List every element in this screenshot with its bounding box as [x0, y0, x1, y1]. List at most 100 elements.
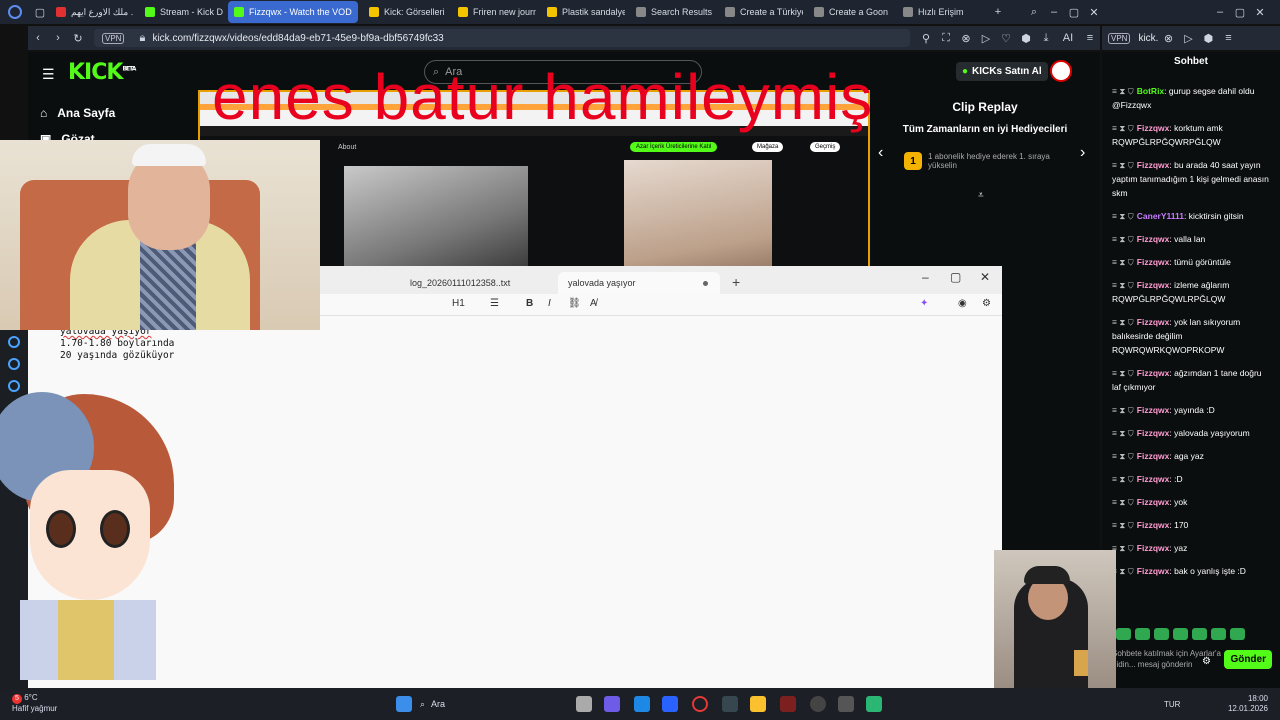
chat-message[interactable]: ≡ ⧗ ⛉ Fizzqwx: izleme ağlarım RQWPĞLRPĞQW… — [1112, 278, 1272, 306]
chat-message[interactable]: ≡ ⧗ ⛉ Fizzqwx: bak o yanlış işte :D — [1112, 564, 1272, 578]
chat-username[interactable]: Fizzqwx — [1137, 566, 1170, 576]
emote-icon[interactable] — [1230, 628, 1245, 640]
url-field[interactable]: VPN 🔒︎ kick.com/fizzqwx/videos/edd84da9-… — [94, 29, 910, 47]
chat-username[interactable]: Fizzqwx — [1137, 405, 1170, 415]
app-icon[interactable] — [780, 696, 796, 712]
chat-username[interactable]: Fizzqwx — [1137, 160, 1170, 170]
block-icon[interactable]: ⊗ — [1162, 32, 1174, 45]
chat-message[interactable]: ≡ ⧗ ⛉ Fizzqwx: bu arada 40 saat yayın yap… — [1112, 158, 1272, 200]
chat-message[interactable]: ≡ ⧗ ⛉ BotRix: gurup segse dahil oldu @Fiz… — [1112, 84, 1272, 112]
chat-message[interactable]: ≡ ⧗ ⛉ Fizzqwx: korktum amk RQWPĞLRPĞQWRPĞ… — [1112, 121, 1272, 149]
buy-kicks-button[interactable]: ● KICKs Satın Al — [956, 62, 1048, 81]
chat-message[interactable]: ≡ ⧗ ⛉ Fizzqwx: yok lan sıkıyorum balıkesi… — [1112, 315, 1272, 357]
close-icon[interactable]: ✕ — [980, 270, 990, 284]
chat-message[interactable]: ≡ ⧗ ⛉ Fizzqwx: tümü görüntüle — [1112, 255, 1272, 269]
chat-username[interactable]: Fizzqwx — [1137, 543, 1170, 553]
collapse-icon[interactable]: ⩡ — [978, 190, 984, 201]
download-icon[interactable]: ⤓ — [1040, 32, 1052, 45]
clear-format-icon[interactable]: A̸ — [590, 298, 597, 309]
search-icon[interactable]: ⌕ — [1028, 6, 1040, 19]
obs-icon[interactable] — [810, 696, 826, 712]
chat-username[interactable]: Fizzqwx — [1137, 317, 1170, 327]
weather-widget[interactable]: 5 6°C Hafif yağmur — [12, 693, 57, 714]
close-icon[interactable]: ✕ — [1088, 6, 1100, 19]
browser-tab[interactable]: Kick: Görselleri — [363, 1, 447, 23]
chat-message[interactable]: ≡ ⧗ ⛉ Fizzqwx: yalovada yaşıyorum — [1112, 426, 1272, 440]
forward-icon[interactable]: › — [52, 32, 64, 44]
chat-username[interactable]: Fizzqwx — [1137, 428, 1170, 438]
snipping-icon[interactable] — [838, 696, 854, 712]
chat-message[interactable]: ≡ ⧗ ⛉ CanerY1111: kicktirsin gitsin — [1112, 209, 1272, 223]
notepad-text-area[interactable]: yalovada yaşıyor 1.70-1.80 boylarında 20… — [60, 326, 174, 362]
browser-tab[interactable]: ملك الاورع ايهم ... — [50, 1, 134, 23]
notepad-icon[interactable] — [866, 696, 882, 712]
chat-message[interactable]: ≡ ⧗ ⛉ Fizzqwx: valla lan — [1112, 232, 1272, 246]
maximize-icon[interactable]: ▢ — [1234, 6, 1246, 19]
sidebar-icon[interactable] — [8, 336, 20, 348]
ai-icon[interactable]: AI — [1060, 32, 1076, 44]
emote-icon[interactable] — [1135, 628, 1150, 640]
chat-message-list[interactable]: ≡ ⧗ ⛉ BotRix: gurup segse dahil oldu @Fiz… — [1112, 84, 1272, 587]
chat-username[interactable]: Fizzqwx — [1137, 368, 1170, 378]
link-icon[interactable]: ⛓ — [568, 298, 581, 309]
chat-message[interactable]: ≡ ⧗ ⛉ Fizzqwx: yaz — [1112, 541, 1272, 555]
browser-tab[interactable]: Create a Goon — [808, 1, 892, 23]
chat-username[interactable]: CanerY1111 — [1137, 211, 1184, 221]
language-indicator[interactable]: TUR — [1164, 700, 1180, 709]
sidebar-icon[interactable] — [8, 358, 20, 370]
list-icon[interactable]: ☰ — [490, 298, 499, 309]
edge-icon[interactable] — [634, 696, 650, 712]
task-view-icon[interactable] — [576, 696, 592, 712]
avatar[interactable] — [1050, 60, 1072, 82]
play-icon[interactable]: ▷ — [980, 32, 992, 45]
browser-tab[interactable]: Search Results — [630, 1, 714, 23]
copilot-icon[interactable]: ✦ — [920, 298, 928, 309]
minimize-icon[interactable]: – — [1048, 6, 1060, 18]
chat-username[interactable]: BotRix — [1137, 86, 1164, 96]
extensions-icon[interactable]: ⬢ — [1202, 32, 1214, 45]
notepad-tab-active[interactable]: yalovada yaşıyor — [558, 272, 720, 294]
folder-icon[interactable] — [750, 696, 766, 712]
chat-username[interactable]: Fizzqwx — [1137, 234, 1170, 244]
browser-tab[interactable]: Hızlı Erişim — [897, 1, 981, 23]
taskbar-search[interactable]: ⌕ Ara — [420, 695, 570, 713]
extensions-icon[interactable]: ⬢ — [1020, 32, 1032, 45]
send-button[interactable]: Gönder — [1224, 650, 1272, 669]
emote-icon[interactable] — [1173, 628, 1188, 640]
settings-icon[interactable]: ⚙ — [1202, 656, 1211, 667]
second-url-text[interactable]: kick. — [1138, 33, 1158, 44]
workspace-icon[interactable]: ▢ — [34, 6, 46, 19]
chat-username[interactable]: Fizzqwx — [1137, 280, 1170, 290]
sidebar-item-home[interactable]: ⌂ Ana Sayfa — [40, 106, 115, 120]
emote-icon[interactable] — [1116, 628, 1131, 640]
italic-icon[interactable]: I — [548, 298, 551, 309]
start-icon[interactable] — [396, 696, 412, 712]
chat-username[interactable]: Fizzqwx — [1137, 123, 1170, 133]
chat-username[interactable]: Fizzqwx — [1137, 497, 1170, 507]
chat-message[interactable]: ≡ ⧗ ⛉ Fizzqwx: yayında :D — [1112, 403, 1272, 417]
browser-tab[interactable]: Fizzqwx - Watch the VOD — [228, 1, 358, 23]
vpn-badge[interactable]: VPN — [102, 32, 125, 44]
maximize-icon[interactable]: ▢ — [950, 270, 961, 284]
chat-username[interactable]: Fizzqwx — [1137, 451, 1170, 461]
block-icon[interactable]: ⊗ — [960, 32, 972, 45]
maximize-icon[interactable]: ▢ — [1068, 6, 1080, 19]
chat-username[interactable]: Fizzqwx — [1137, 257, 1170, 267]
account-icon[interactable]: ◉ — [958, 298, 967, 309]
chat-message[interactable]: ≡ ⧗ ⛉ Fizzqwx: yok — [1112, 495, 1272, 509]
chat-username[interactable]: Fizzqwx — [1137, 474, 1170, 484]
chevron-left-icon[interactable]: ‹ — [878, 144, 883, 162]
emote-icon[interactable] — [1211, 628, 1226, 640]
new-tab-icon[interactable]: + — [992, 6, 1004, 18]
menu-icon[interactable]: ≡ — [1084, 32, 1096, 44]
minimize-icon[interactable]: – — [922, 270, 929, 284]
back-icon[interactable]: ‹ — [32, 32, 44, 44]
emote-icon[interactable] — [1154, 628, 1169, 640]
chat-message[interactable]: ≡ ⧗ ⛉ Fizzqwx: ağzımdan 1 tane doğru laf … — [1112, 366, 1272, 394]
heart-icon[interactable]: ♡ — [1000, 32, 1012, 45]
vpn-badge-2[interactable]: VPN — [1108, 32, 1131, 44]
browser-tab[interactable]: Friren new journ — [452, 1, 536, 23]
chat-message[interactable]: ≡ ⧗ ⛉ Fizzqwx: 170 — [1112, 518, 1272, 532]
browser-tab[interactable]: Stream - Kick D — [139, 1, 223, 23]
play-icon[interactable]: ▷ — [1182, 32, 1194, 45]
